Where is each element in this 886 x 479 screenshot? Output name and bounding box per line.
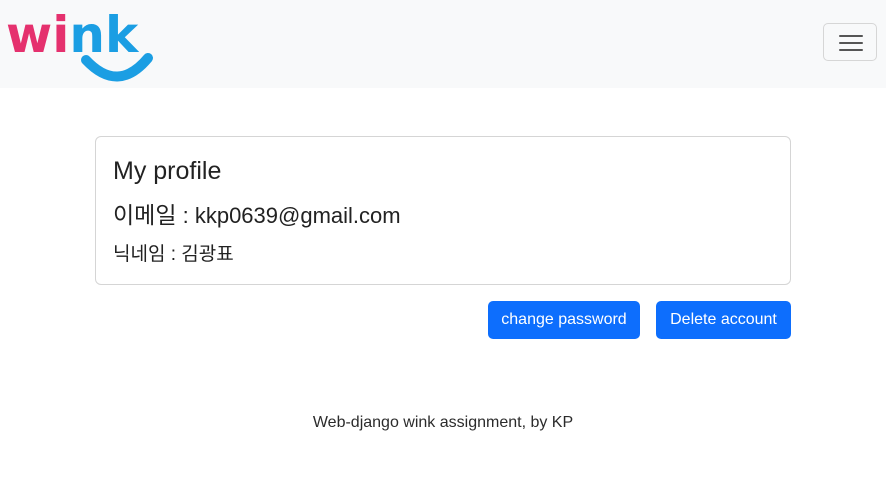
nickname-row: 닉네임 : 김광표 <box>113 242 234 268</box>
email-row: 이메일 : kkp0639@gmail.com <box>113 200 401 231</box>
footer-text: Web-django wink assignment, by KP <box>312 414 574 431</box>
email-separator: : <box>176 203 195 228</box>
delete-account-button[interactable]: Delete account <box>656 301 791 339</box>
logo-text-wi: wi <box>6 6 69 64</box>
menu-toggle-button[interactable] <box>823 23 877 61</box>
nickname-label: 닉네임 <box>113 244 166 265</box>
profile-title: My profile <box>113 157 222 185</box>
wink-logo[interactable]: wink <box>6 2 156 84</box>
logo-text-nk: nk <box>69 6 140 64</box>
navbar: wink <box>0 0 886 88</box>
svg-text:wink: wink <box>6 6 140 64</box>
email-value: kkp0639@gmail.com <box>194 203 401 228</box>
nickname-value: 김광표 <box>181 244 234 265</box>
nickname-separator: : <box>165 244 182 265</box>
email-label: 이메일 <box>113 202 177 228</box>
change-password-button[interactable]: change password <box>488 301 640 339</box>
footer: Web-django wink assignment, by KP <box>0 412 886 434</box>
profile-card: My profile 이메일 : kkp0639@gmail.com 닉네임 :… <box>95 136 791 285</box>
